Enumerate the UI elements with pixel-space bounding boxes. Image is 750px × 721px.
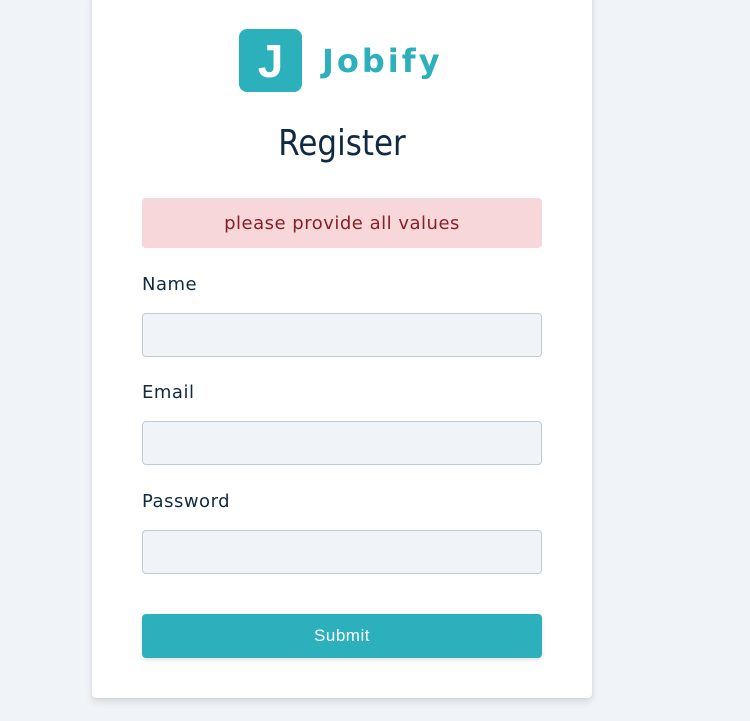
submit-button[interactable]: Submit — [142, 614, 542, 658]
logo-wordmark: Jobify — [322, 41, 443, 80]
name-input[interactable] — [142, 313, 542, 357]
register-card: J Jobify Register please provide all val… — [92, 0, 592, 698]
email-label: Email — [142, 382, 195, 403]
error-alert: please provide all values — [142, 198, 542, 248]
name-label: Name — [142, 274, 198, 295]
logo-mark: J — [239, 29, 302, 92]
password-label: Password — [142, 491, 231, 512]
logo: J Jobify — [239, 29, 443, 92]
email-input[interactable] — [142, 421, 542, 465]
password-input[interactable] — [142, 530, 542, 574]
page-title: Register — [278, 123, 406, 164]
